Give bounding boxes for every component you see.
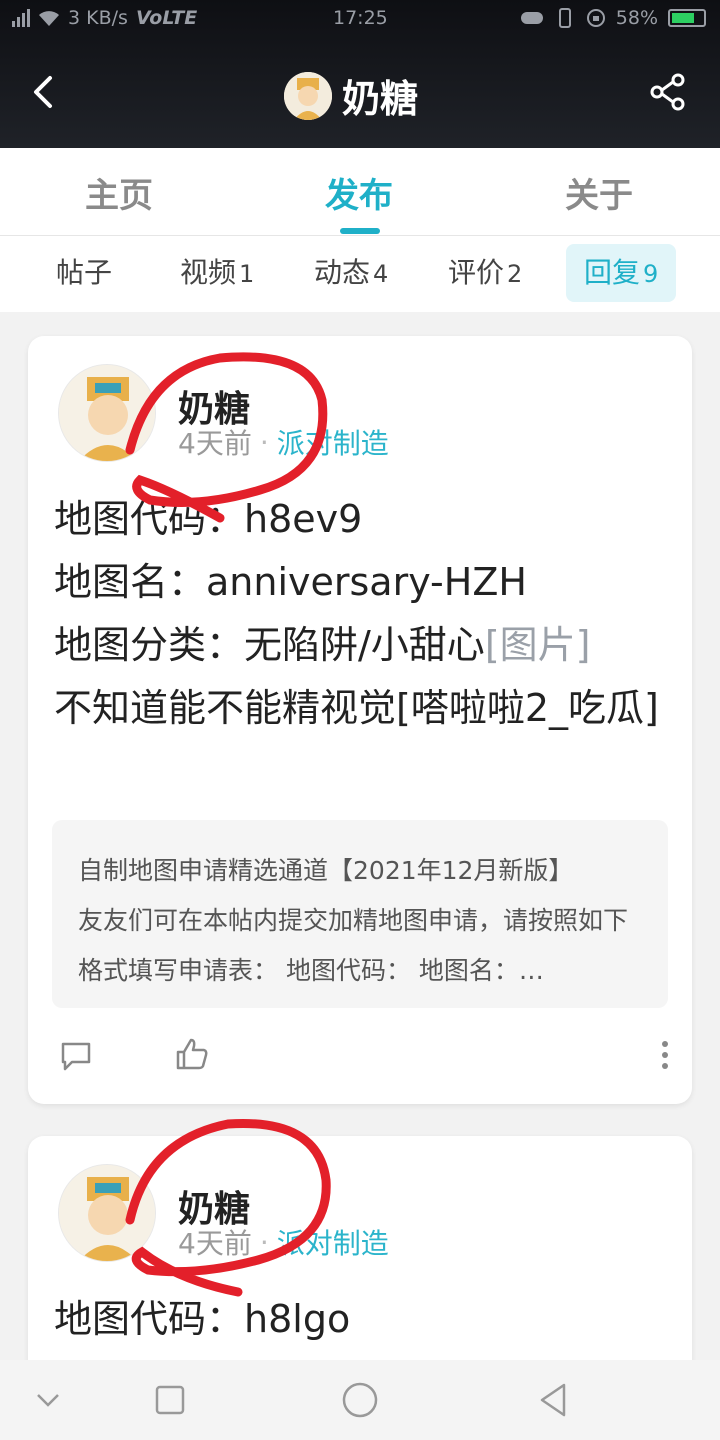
subtab-count: 9 — [643, 260, 659, 288]
post-card[interactable]: 奶糖 4天前 · 派对制造 地图代码：h8lgo — [28, 1136, 692, 1376]
wifi-icon — [39, 11, 59, 26]
rotation-lock-icon — [586, 9, 605, 27]
app-header: 3 KB/s VoLTE 17:25 58% 奶糖 — [0, 0, 720, 148]
home-button[interactable] — [340, 1380, 380, 1420]
subtab-count: 2 — [507, 260, 523, 288]
system-nav-bar — [0, 1360, 720, 1440]
vibrate-icon — [558, 8, 571, 28]
avatar[interactable] — [58, 1164, 156, 1262]
comment-icon[interactable] — [58, 1038, 94, 1074]
quoted-body: 友友们可在本帖内提交加精地图申请，请按照如下格式填写申请表： 地图代码： 地图名… — [78, 906, 629, 985]
post-line: 地图分类：无陷阱/小甜心[图片] — [54, 614, 670, 677]
post-content: 地图代码：h8ev9 地图名：anniversary-HZH 地图分类：无陷阱/… — [54, 488, 670, 740]
meta-separator: · — [259, 425, 269, 459]
post-line: 地图代码：h8lgo — [54, 1297, 351, 1341]
tab-indicator — [340, 228, 380, 234]
avatar — [284, 71, 332, 120]
meta-separator: · — [259, 1225, 269, 1259]
tab-about[interactable]: 关于 — [565, 168, 633, 217]
game-controller-icon — [520, 12, 543, 24]
image-placeholder[interactable]: [图片] — [485, 623, 591, 667]
subtab-threads[interactable]: 帖子 — [56, 244, 112, 302]
subtab-label: 回复 — [584, 256, 641, 289]
volte-label: VoLTE — [135, 7, 198, 29]
tab-posts[interactable]: 发布 — [325, 168, 393, 217]
post-line: 不知道能不能精视觉[嗒啦啦2_吃瓜] — [54, 686, 659, 730]
more-options-icon[interactable] — [660, 1040, 670, 1070]
post-line-text: 地图分类：无陷阱/小甜心 — [54, 623, 485, 667]
main-tabs: 主页 发布 关于 — [0, 148, 720, 236]
tab-home[interactable]: 主页 — [85, 168, 153, 217]
page-title: 奶糖 — [342, 77, 419, 121]
sub-tabs: 帖子 视频 1 动态 4 评价 2 回复 9 — [0, 236, 720, 312]
post-meta: 4天前 · 派对制造 — [178, 1222, 389, 1262]
like-icon[interactable] — [174, 1036, 210, 1072]
battery-icon — [668, 9, 706, 27]
network-speed: 3 KB/s — [68, 7, 128, 29]
subtab-reviews[interactable]: 评价 2 — [448, 244, 522, 302]
subtab-replies[interactable]: 回复 9 — [566, 244, 677, 302]
share-icon[interactable] — [648, 72, 688, 112]
post-line: 地图名：anniversary-HZH — [54, 560, 527, 604]
subtab-label: 动态 — [314, 256, 371, 289]
post-content: 地图代码：h8lgo — [54, 1288, 670, 1351]
back-button[interactable] — [22, 70, 66, 114]
chevron-down-icon[interactable] — [28, 1380, 68, 1420]
avatar[interactable] — [58, 364, 156, 462]
subtab-label: 视频 — [180, 256, 237, 289]
subtab-label: 帖子 — [56, 256, 113, 289]
post-time: 4天前 — [178, 427, 252, 460]
status-bar: 3 KB/s VoLTE 17:25 58% — [0, 0, 720, 38]
battery-percent: 58% — [615, 7, 658, 29]
subtab-moments[interactable]: 动态 4 — [314, 244, 388, 302]
quoted-title: 自制地图申请精选通道【2021年12月新版】 — [78, 856, 574, 885]
post-meta: 4天前 · 派对制造 — [178, 422, 389, 462]
clock: 17:25 — [333, 7, 388, 29]
recents-button[interactable] — [150, 1380, 190, 1420]
subtab-videos[interactable]: 视频 1 — [180, 244, 254, 302]
forum-tag[interactable]: 派对制造 — [277, 422, 389, 462]
post-card[interactable]: 奶糖 4天前 · 派对制造 地图代码：h8ev9 地图名：anniversary… — [28, 336, 692, 1104]
post-actions — [28, 1036, 692, 1076]
subtab-label: 评价 — [448, 256, 505, 289]
signal-icon — [12, 9, 30, 27]
post-time: 4天前 — [178, 1227, 252, 1260]
subtab-count: 1 — [239, 260, 255, 288]
back-nav-button[interactable] — [534, 1380, 574, 1420]
post-line: 地图代码：h8ev9 — [54, 497, 363, 541]
subtab-count: 4 — [373, 260, 389, 288]
forum-tag[interactable]: 派对制造 — [277, 1222, 389, 1262]
quoted-thread[interactable]: 自制地图申请精选通道【2021年12月新版】 友友们可在本帖内提交加精地图申请，… — [52, 820, 668, 1008]
